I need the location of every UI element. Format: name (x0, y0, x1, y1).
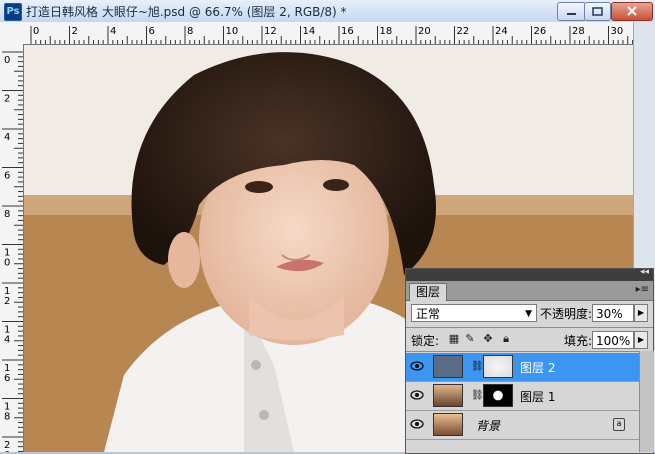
ruler-label: 18 (380, 26, 393, 37)
ruler-origin[interactable] (0, 22, 24, 45)
ruler-label: 20 (418, 26, 431, 37)
horizontal-ruler[interactable]: 0 2 4 6 8 10 12 14 16 18 20 22 24 26 28 30 (23, 22, 633, 45)
layer-name[interactable]: 图层 1 (520, 388, 555, 405)
divider (406, 351, 653, 352)
ruler-label: 4 (110, 26, 116, 37)
layer-row-layer2[interactable]: ⛓ 图层 2 (406, 353, 639, 382)
restore-icon (592, 7, 603, 16)
ruler-label: 8 (187, 26, 193, 37)
tab-layers[interactable]: 图层 (409, 283, 448, 301)
ruler-label: 4 (4, 132, 10, 143)
layers-panel: ◂◂ 图层 ▸≡ 正常 ▼ 不透明度: 30% ▶ 锁定: ▦ ✎ ✥ 🔒︎ 填… (405, 267, 654, 454)
panel-header[interactable]: ◂◂ (406, 267, 653, 281)
fill-slider-button[interactable]: ▶ (634, 331, 648, 349)
link-icon[interactable]: ⛓ (471, 390, 484, 401)
ruler-label: 28 (572, 26, 585, 37)
lock-position-icon[interactable]: ✥ (482, 333, 494, 345)
ruler-label: 2 (72, 26, 78, 37)
ruler-label: 8 (4, 412, 10, 423)
lock-transparent-pixels-icon[interactable]: ▦ (448, 333, 460, 345)
title-bar[interactable]: Ps 打造日韩风格 大眼仔~旭.psd @ 66.7% (图层 2, RGB/8… (0, 0, 655, 23)
blend-mode-select[interactable]: 正常 ▼ (411, 304, 537, 322)
eye-icon[interactable] (410, 360, 424, 372)
fill-field[interactable]: 100% (592, 331, 634, 349)
minimize-button[interactable] (557, 2, 586, 21)
ruler-label: 14 (303, 26, 316, 37)
layer-row-background[interactable]: 背景 a (406, 411, 639, 440)
ruler-label: 24 (495, 26, 508, 37)
ruler-label: 26 (534, 26, 547, 37)
lock-icon: a (613, 418, 625, 431)
vertical-ruler[interactable]: 02468101214161820 (0, 44, 24, 452)
ruler-label: 30 (611, 26, 624, 37)
ruler-label: 4 (4, 335, 10, 346)
ruler-label: 6 (149, 26, 155, 37)
ruler-label: 0 (4, 258, 10, 269)
layer-row-layer1[interactable]: ⛓ 图层 1 (406, 382, 639, 411)
chevron-down-icon: ▼ (525, 309, 532, 319)
ruler-label: 6 (4, 171, 10, 182)
lock-label: 锁定: (411, 334, 440, 348)
minimize-icon (567, 13, 576, 15)
eye-icon[interactable] (410, 389, 424, 401)
opacity-label: 不透明度: (540, 307, 593, 321)
photoshop-window: Ps 打造日韩风格 大眼仔~旭.psd @ 66.7% (图层 2, RGB/8… (0, 0, 655, 454)
close-icon (627, 6, 637, 16)
layers-scrollbar[interactable] (639, 351, 654, 452)
layer-thumbnail[interactable] (433, 355, 463, 378)
divider (406, 327, 653, 328)
ruler-label: 2 (4, 94, 10, 105)
layer-name[interactable]: 图层 2 (520, 359, 555, 376)
ruler-ticks-vertical: 02468101214161820 (2, 51, 23, 452)
ruler-label: 2 (4, 296, 10, 307)
layer-mask-thumbnail[interactable] (483, 384, 513, 407)
fill-label: 填充: (564, 334, 593, 348)
ruler-label: 8 (4, 209, 10, 220)
lock-all-icon[interactable]: 🔒︎ (500, 333, 512, 345)
link-icon[interactable]: ⛓ (471, 361, 484, 372)
close-button[interactable] (611, 2, 653, 21)
ruler-label: 0 (4, 55, 10, 66)
layer-thumbnail[interactable] (433, 413, 463, 436)
layer-name[interactable]: 背景 (476, 417, 500, 434)
window-title: 打造日韩风格 大眼仔~旭.psd @ 66.7% (图层 2, RGB/8) * (26, 5, 347, 19)
layer-mask-thumbnail[interactable] (483, 355, 513, 378)
panel-menu-icon[interactable]: ▸≡ (636, 284, 649, 295)
panel-tab-row: 图层 ▸≡ (406, 281, 653, 301)
ruler-label: 16 (341, 26, 354, 37)
eye-icon[interactable] (410, 418, 424, 430)
layer-thumbnail[interactable] (433, 384, 463, 407)
ruler-label: 6 (4, 373, 10, 384)
ruler-label: 0 (33, 26, 39, 37)
maximize-button[interactable] (584, 2, 611, 21)
opacity-field[interactable]: 30% (592, 304, 634, 322)
blend-mode-value: 正常 (416, 307, 441, 321)
lock-image-pixels-icon[interactable]: ✎ (464, 333, 476, 345)
photoshop-app-icon: Ps (4, 3, 22, 21)
ruler-label: 12 (264, 26, 277, 37)
opacity-slider-button[interactable]: ▶ (634, 304, 648, 322)
ruler-label: 10 (226, 26, 239, 37)
collapse-icon[interactable]: ◂◂ (640, 267, 649, 277)
ruler-label: 22 (457, 26, 470, 37)
ruler-ticks: 0 2 4 6 8 10 12 14 16 18 20 22 24 26 28 30 (30, 26, 633, 44)
